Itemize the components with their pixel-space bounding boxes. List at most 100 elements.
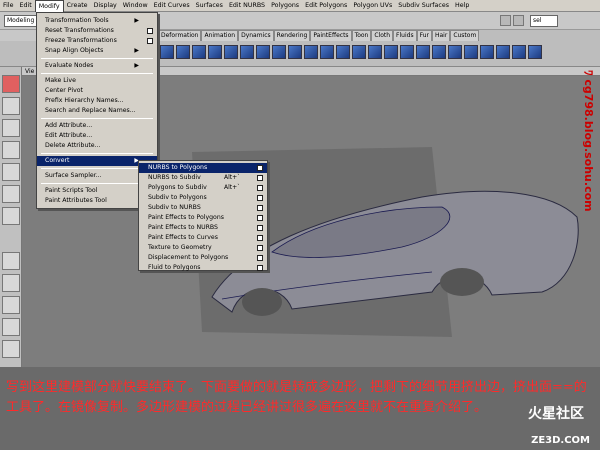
menu-create[interactable]: Create — [64, 0, 91, 12]
modify-menu-item[interactable]: Edit Attribute... — [37, 131, 157, 141]
convert-menu-item[interactable]: Subdiv to Polygons — [139, 193, 267, 203]
convert-menu-item[interactable]: NURBS to Subdiv Alt+` — [139, 173, 267, 183]
menu-edit-curves[interactable]: Edit Curves — [151, 0, 193, 12]
toolbar-icon[interactable] — [500, 15, 511, 26]
shelf-tab-fluids[interactable]: Fluids — [393, 30, 417, 41]
shelf-tab-hair[interactable]: Hair — [431, 30, 451, 41]
shelf-tool-icon[interactable] — [224, 45, 238, 59]
layout-outliner-icon[interactable] — [2, 318, 20, 336]
shelf-tool-icon[interactable] — [432, 45, 446, 59]
convert-menu-item[interactable]: Paint Effects to Curves — [139, 233, 267, 243]
modify-menu-item[interactable]: Evaluate Nodes ▶ — [37, 61, 157, 71]
selection-combo[interactable]: sel — [530, 15, 558, 27]
option-box-icon[interactable] — [147, 28, 153, 34]
menu-modify[interactable]: Modify — [34, 0, 64, 12]
modify-menu-item[interactable]: Search and Replace Names... — [37, 106, 157, 116]
option-box-icon[interactable] — [257, 195, 263, 201]
option-box-icon[interactable] — [257, 225, 263, 231]
modify-menu-item[interactable]: Center Pivot — [37, 86, 157, 96]
modify-menu-item[interactable]: Prefix Hierarchy Names... — [37, 96, 157, 106]
shelf-tab-cloth[interactable]: Cloth — [371, 30, 394, 41]
menu-edit-polygons[interactable]: Edit Polygons — [302, 0, 350, 12]
option-box-icon[interactable] — [257, 175, 263, 181]
shelf-tool-icon[interactable] — [240, 45, 254, 59]
shelf-tool-icon[interactable] — [496, 45, 510, 59]
shelf-tab-animation[interactable]: Animation — [201, 30, 239, 41]
option-box-icon[interactable] — [257, 215, 263, 221]
convert-menu-item[interactable]: Paint Effects to NURBS — [139, 223, 267, 233]
shelf-tool-icon[interactable] — [304, 45, 318, 59]
modify-menu-item[interactable]: Snap Align Objects ▶ — [37, 46, 157, 56]
menu-subdiv-surfaces[interactable]: Subdiv Surfaces — [395, 0, 452, 12]
menu-surfaces[interactable]: Surfaces — [193, 0, 226, 12]
shelf-tool-icon[interactable] — [480, 45, 494, 59]
menu-display[interactable]: Display — [91, 0, 120, 12]
convert-menu-item[interactable]: Displacement to Polygons — [139, 253, 267, 263]
menu-edit[interactable]: Edit — [17, 0, 35, 12]
shelf-tool-icon[interactable] — [384, 45, 398, 59]
option-box-icon[interactable] — [257, 165, 263, 171]
convert-menu-item[interactable]: Texture to Geometry — [139, 243, 267, 253]
option-box-icon[interactable] — [257, 255, 263, 261]
shelf-tool-icon[interactable] — [160, 45, 174, 59]
convert-menu-item[interactable]: Polygons to Subdiv Alt+` — [139, 183, 267, 193]
menu-file[interactable]: File — [0, 0, 17, 12]
shelf-tool-icon[interactable] — [192, 45, 206, 59]
shelf-tab-custom[interactable]: Custom — [450, 30, 480, 41]
shelf-tool-icon[interactable] — [400, 45, 414, 59]
shelf-tool-icon[interactable] — [368, 45, 382, 59]
convert-menu-item[interactable]: NURBS to Polygons — [139, 163, 267, 173]
menu-window[interactable]: Window — [120, 0, 151, 12]
shelf-tool-icon[interactable] — [272, 45, 286, 59]
modify-menu-item[interactable]: Delete Attribute... — [37, 141, 157, 151]
option-box-icon[interactable] — [257, 185, 263, 191]
rotate-tool-icon[interactable] — [2, 163, 20, 181]
shelf-tool-icon[interactable] — [464, 45, 478, 59]
convert-menu-item[interactable]: Paint Effects to Polygons — [139, 213, 267, 223]
layout-four-icon[interactable] — [2, 274, 20, 292]
option-box-icon[interactable] — [257, 205, 263, 211]
lasso-tool-icon[interactable] — [2, 97, 20, 115]
move-tool-icon[interactable] — [2, 141, 20, 159]
select-tool-icon[interactable] — [2, 75, 20, 93]
shelf-tool-icon[interactable] — [416, 45, 430, 59]
menu-edit-nurbs[interactable]: Edit NURBS — [226, 0, 268, 12]
layout-graph-icon[interactable] — [2, 340, 20, 358]
manipulator-tool-icon[interactable] — [2, 207, 20, 225]
modify-menu-item[interactable]: Reset Transformations — [37, 26, 157, 36]
shelf-tab-fur[interactable]: Fur — [416, 30, 432, 41]
scale-tool-icon[interactable] — [2, 185, 20, 203]
menu-polygon-uvs[interactable]: Polygon UVs — [350, 0, 395, 12]
layout-single-icon[interactable] — [2, 252, 20, 270]
modify-menu-item[interactable]: Freeze Transformations — [37, 36, 157, 46]
shelf-tab-deformation[interactable]: Deformation — [158, 30, 202, 41]
mode-selector[interactable]: Modeling — [4, 15, 38, 27]
shelf-tab-dynamics[interactable]: Dynamics — [238, 30, 274, 41]
menu-polygons[interactable]: Polygons — [268, 0, 302, 12]
modify-menu-item[interactable]: Add Attribute... — [37, 121, 157, 131]
paint-select-tool-icon[interactable] — [2, 119, 20, 137]
menu-help[interactable]: Help — [452, 0, 472, 12]
layout-split-icon[interactable] — [2, 296, 20, 314]
option-box-icon[interactable] — [257, 245, 263, 251]
option-box-icon[interactable] — [147, 38, 153, 44]
shelf-tool-icon[interactable] — [512, 45, 526, 59]
shelf-tool-icon[interactable] — [320, 45, 334, 59]
toolbar-icon[interactable] — [513, 15, 524, 26]
shelf-tool-icon[interactable] — [528, 45, 542, 59]
modify-menu-item[interactable]: Transformation Tools ▶ — [37, 16, 157, 26]
shelf-tab-rendering[interactable]: Rendering — [273, 30, 311, 41]
convert-menu-item[interactable]: Fluid to Polygons — [139, 263, 267, 273]
option-box-icon[interactable] — [257, 235, 263, 241]
shelf-tool-icon[interactable] — [288, 45, 302, 59]
shelf-tab-toon[interactable]: Toon — [351, 30, 372, 41]
shelf-tool-icon[interactable] — [176, 45, 190, 59]
shelf-tool-icon[interactable] — [336, 45, 350, 59]
shelf-tool-icon[interactable] — [448, 45, 462, 59]
shelf-tool-icon[interactable] — [352, 45, 366, 59]
convert-menu-item[interactable]: Subdiv to NURBS — [139, 203, 267, 213]
shelf-tab-painteffects[interactable]: PaintEffects — [310, 30, 352, 41]
option-box-icon[interactable] — [257, 265, 263, 271]
modify-menu-item[interactable]: Make Live — [37, 76, 157, 86]
shelf-tool-icon[interactable] — [208, 45, 222, 59]
